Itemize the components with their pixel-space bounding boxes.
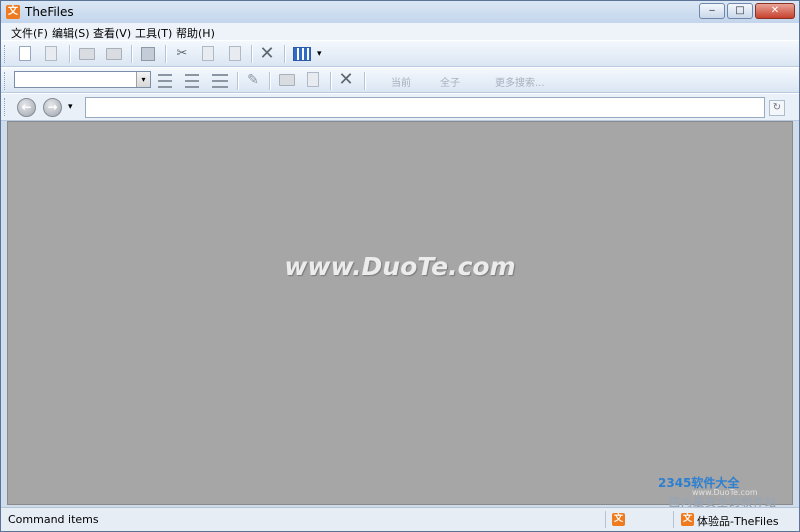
toolbar-grip[interactable] — [4, 45, 8, 63]
toolbar-separator — [269, 72, 271, 90]
close-icon: ✕ — [770, 5, 780, 16]
toolbar-separator — [284, 45, 286, 63]
filter-toolbar: ▾ ✎ ✕ 当前 全子 更多搜索... — [1, 67, 799, 93]
toolbar-separator — [364, 72, 366, 90]
forward-arrow-icon: → — [47, 100, 58, 114]
minimize-button[interactable]: ‒ — [699, 3, 725, 19]
window-title: TheFiles — [25, 5, 74, 19]
toolbar-separator — [330, 72, 332, 90]
all-button[interactable]: 全子 — [440, 74, 460, 89]
view-dropdown-icon[interactable]: ▾ — [317, 49, 322, 59]
clear-x-icon[interactable]: ✕ — [338, 71, 354, 89]
status-separator — [605, 511, 606, 528]
navigation-bar: ← → ▾ ↻ — [1, 93, 799, 121]
more-search-button[interactable]: 更多搜索... — [495, 74, 545, 89]
open-folder-alt-icon[interactable] — [106, 48, 122, 60]
address-input[interactable] — [85, 97, 765, 118]
menu-edit[interactable]: 编辑(S) — [52, 25, 90, 41]
menu-tools[interactable]: 工具(T) — [135, 25, 172, 41]
copy-icon[interactable] — [202, 46, 214, 61]
status-bar: Command items 文 文 体验品-TheFiles — [1, 507, 799, 531]
minimize-icon: ‒ — [708, 5, 716, 16]
watermark-text: www.DuoTe.com — [284, 252, 516, 281]
back-arrow-icon: ← — [21, 100, 32, 114]
toolbar-separator — [69, 45, 71, 63]
menu-bar: 文件(F) 编辑(S) 查看(V) 工具(T) 帮助(H) — [1, 23, 799, 40]
maximize-button[interactable]: □ — [727, 3, 753, 19]
toolbar-grip[interactable] — [4, 98, 8, 116]
cut-icon[interactable]: ✂ — [174, 46, 190, 62]
new-blank-icon[interactable] — [45, 46, 57, 61]
document-icon[interactable] — [307, 72, 319, 87]
product-icon: 文 — [681, 513, 694, 526]
indent-right-icon[interactable] — [185, 74, 199, 88]
current-button[interactable]: 当前 — [391, 74, 411, 89]
pencil-icon[interactable]: ✎ — [245, 72, 261, 88]
forward-button[interactable]: → — [43, 98, 62, 117]
app-icon: 文 — [6, 5, 20, 19]
new-file-icon[interactable] — [19, 46, 31, 61]
toolbar-separator — [165, 45, 167, 63]
refresh-icon[interactable]: ↻ — [769, 100, 785, 116]
combo-dropdown-icon[interactable]: ▾ — [136, 72, 150, 87]
app-window: 文 TheFiles ‒ □ ✕ 文件(F) 编辑(S) 查看(V) 工具(T)… — [0, 0, 800, 532]
history-dropdown-icon[interactable]: ▾ — [68, 102, 73, 112]
filter-combo[interactable]: ▾ — [14, 71, 151, 88]
toolbar-separator — [251, 45, 253, 63]
view-grid-icon[interactable] — [293, 47, 311, 61]
paste-icon[interactable] — [229, 46, 241, 61]
status-separator — [673, 511, 674, 528]
list-lines-icon[interactable] — [212, 74, 228, 88]
open-folder-icon[interactable] — [79, 48, 95, 60]
delete-x-icon[interactable]: ✕ — [259, 45, 275, 63]
save-disk-icon[interactable] — [141, 47, 155, 61]
maximize-icon: □ — [735, 5, 745, 16]
menu-help[interactable]: 帮助(H) — [176, 25, 215, 41]
toolbar-grip[interactable] — [4, 72, 8, 90]
product-label: 体验品-TheFiles — [697, 515, 779, 528]
back-button[interactable]: ← — [17, 98, 36, 117]
status-text: Command items — [8, 513, 99, 526]
file-content-area[interactable]: www.DuoTe.com 2345软件大全 www.DuoTe.com — [7, 121, 793, 505]
menu-file[interactable]: 文件(F) — [11, 25, 48, 41]
close-button[interactable]: ✕ — [755, 3, 795, 19]
status-app-icon: 文 — [612, 513, 625, 526]
main-toolbar: ✂ ✕ ▾ — [1, 40, 799, 67]
toolbar-separator — [131, 45, 133, 63]
toolbar-separator — [237, 72, 239, 90]
indent-left-icon[interactable] — [158, 74, 172, 88]
folder-icon[interactable] — [279, 74, 295, 86]
menu-view[interactable]: 查看(V) — [93, 25, 131, 41]
title-bar[interactable]: 文 TheFiles ‒ □ ✕ — [1, 1, 799, 23]
window-controls: ‒ □ ✕ — [697, 3, 795, 19]
